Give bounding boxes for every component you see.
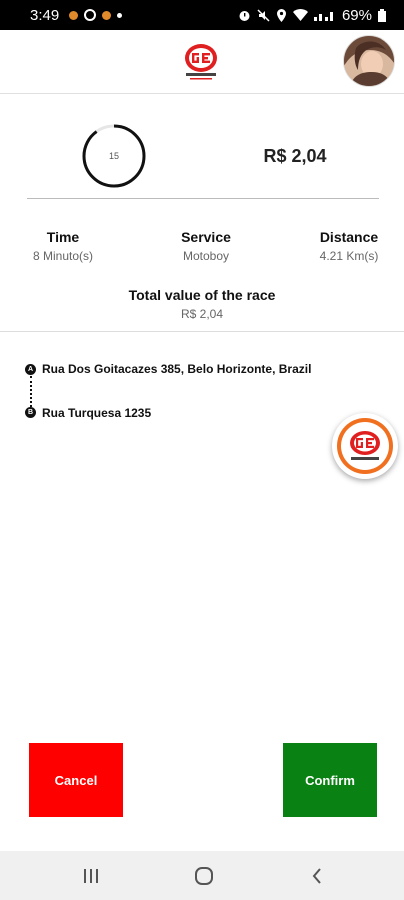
status-time: 3:49 [30, 6, 60, 24]
avatar[interactable] [343, 35, 395, 87]
total-value: R$ 2,04 [180, 307, 224, 321]
cancel-button[interactable]: Cancel [29, 743, 123, 817]
whatsapp-icon [84, 9, 97, 21]
divider [0, 331, 404, 332]
price-display: R$ 2,04 [263, 146, 327, 166]
confirm-button[interactable]: Confirm [283, 743, 377, 817]
location-icon [276, 8, 286, 22]
stat-service-value: Motoboy [182, 249, 230, 263]
system-nav-bar [0, 851, 404, 900]
origin-address: Rua Dos Goitacazes 385, Belo Horizonte, … [42, 362, 312, 376]
mute-icon [257, 8, 270, 22]
route-connector-line [30, 376, 32, 407]
stat-distance-value: 4.21 Km(s) [319, 249, 379, 263]
origin-marker-icon: A [25, 364, 36, 375]
back-icon [312, 868, 321, 884]
recents-button[interactable] [76, 863, 106, 889]
brand-logo-icon [185, 44, 217, 80]
alarm-icon [239, 10, 250, 21]
destination-marker-icon: B [25, 407, 36, 418]
user-avatar-image [344, 36, 394, 86]
back-button[interactable] [302, 863, 332, 889]
recents-icon [84, 869, 98, 883]
notification-dot-icon [69, 10, 79, 20]
stat-service: Service Motoboy [165, 229, 247, 263]
battery-icon [378, 8, 386, 22]
stat-distance: Distance 4.21 Km(s) [308, 229, 390, 263]
divider [27, 198, 379, 199]
status-right: 69% [238, 7, 386, 24]
more-notifications-icon [117, 12, 123, 18]
total-value-section: Total value of the race R$ 2,04 [0, 287, 404, 321]
signal-icon [313, 12, 333, 21]
battery-level: 69% [341, 6, 372, 24]
home-icon [195, 867, 213, 885]
screen: 3:49 69% 15 R$ 2,04 Time 8 Minuto(s) Ser… [0, 0, 404, 900]
countdown-timer-value: 15 [108, 151, 119, 161]
floating-logo-button[interactable] [332, 413, 398, 479]
status-left: 3:49 [30, 6, 123, 24]
stat-time-label: Time [46, 229, 80, 245]
status-bar: 3:49 69% [0, 0, 404, 30]
wifi-icon [292, 9, 308, 21]
brand-logo-icon [337, 418, 393, 474]
stat-distance-label: Distance [319, 229, 379, 245]
notification-dot-icon [102, 10, 112, 20]
stat-time: Time 8 Minuto(s) [22, 229, 104, 263]
destination-address: Rua Turquesa 1235 [42, 406, 152, 420]
stat-service-label: Service [181, 229, 231, 245]
total-label: Total value of the race [128, 287, 276, 303]
stat-time-value: 8 Minuto(s) [32, 249, 94, 263]
home-button[interactable] [189, 863, 219, 889]
app-header [0, 30, 404, 94]
